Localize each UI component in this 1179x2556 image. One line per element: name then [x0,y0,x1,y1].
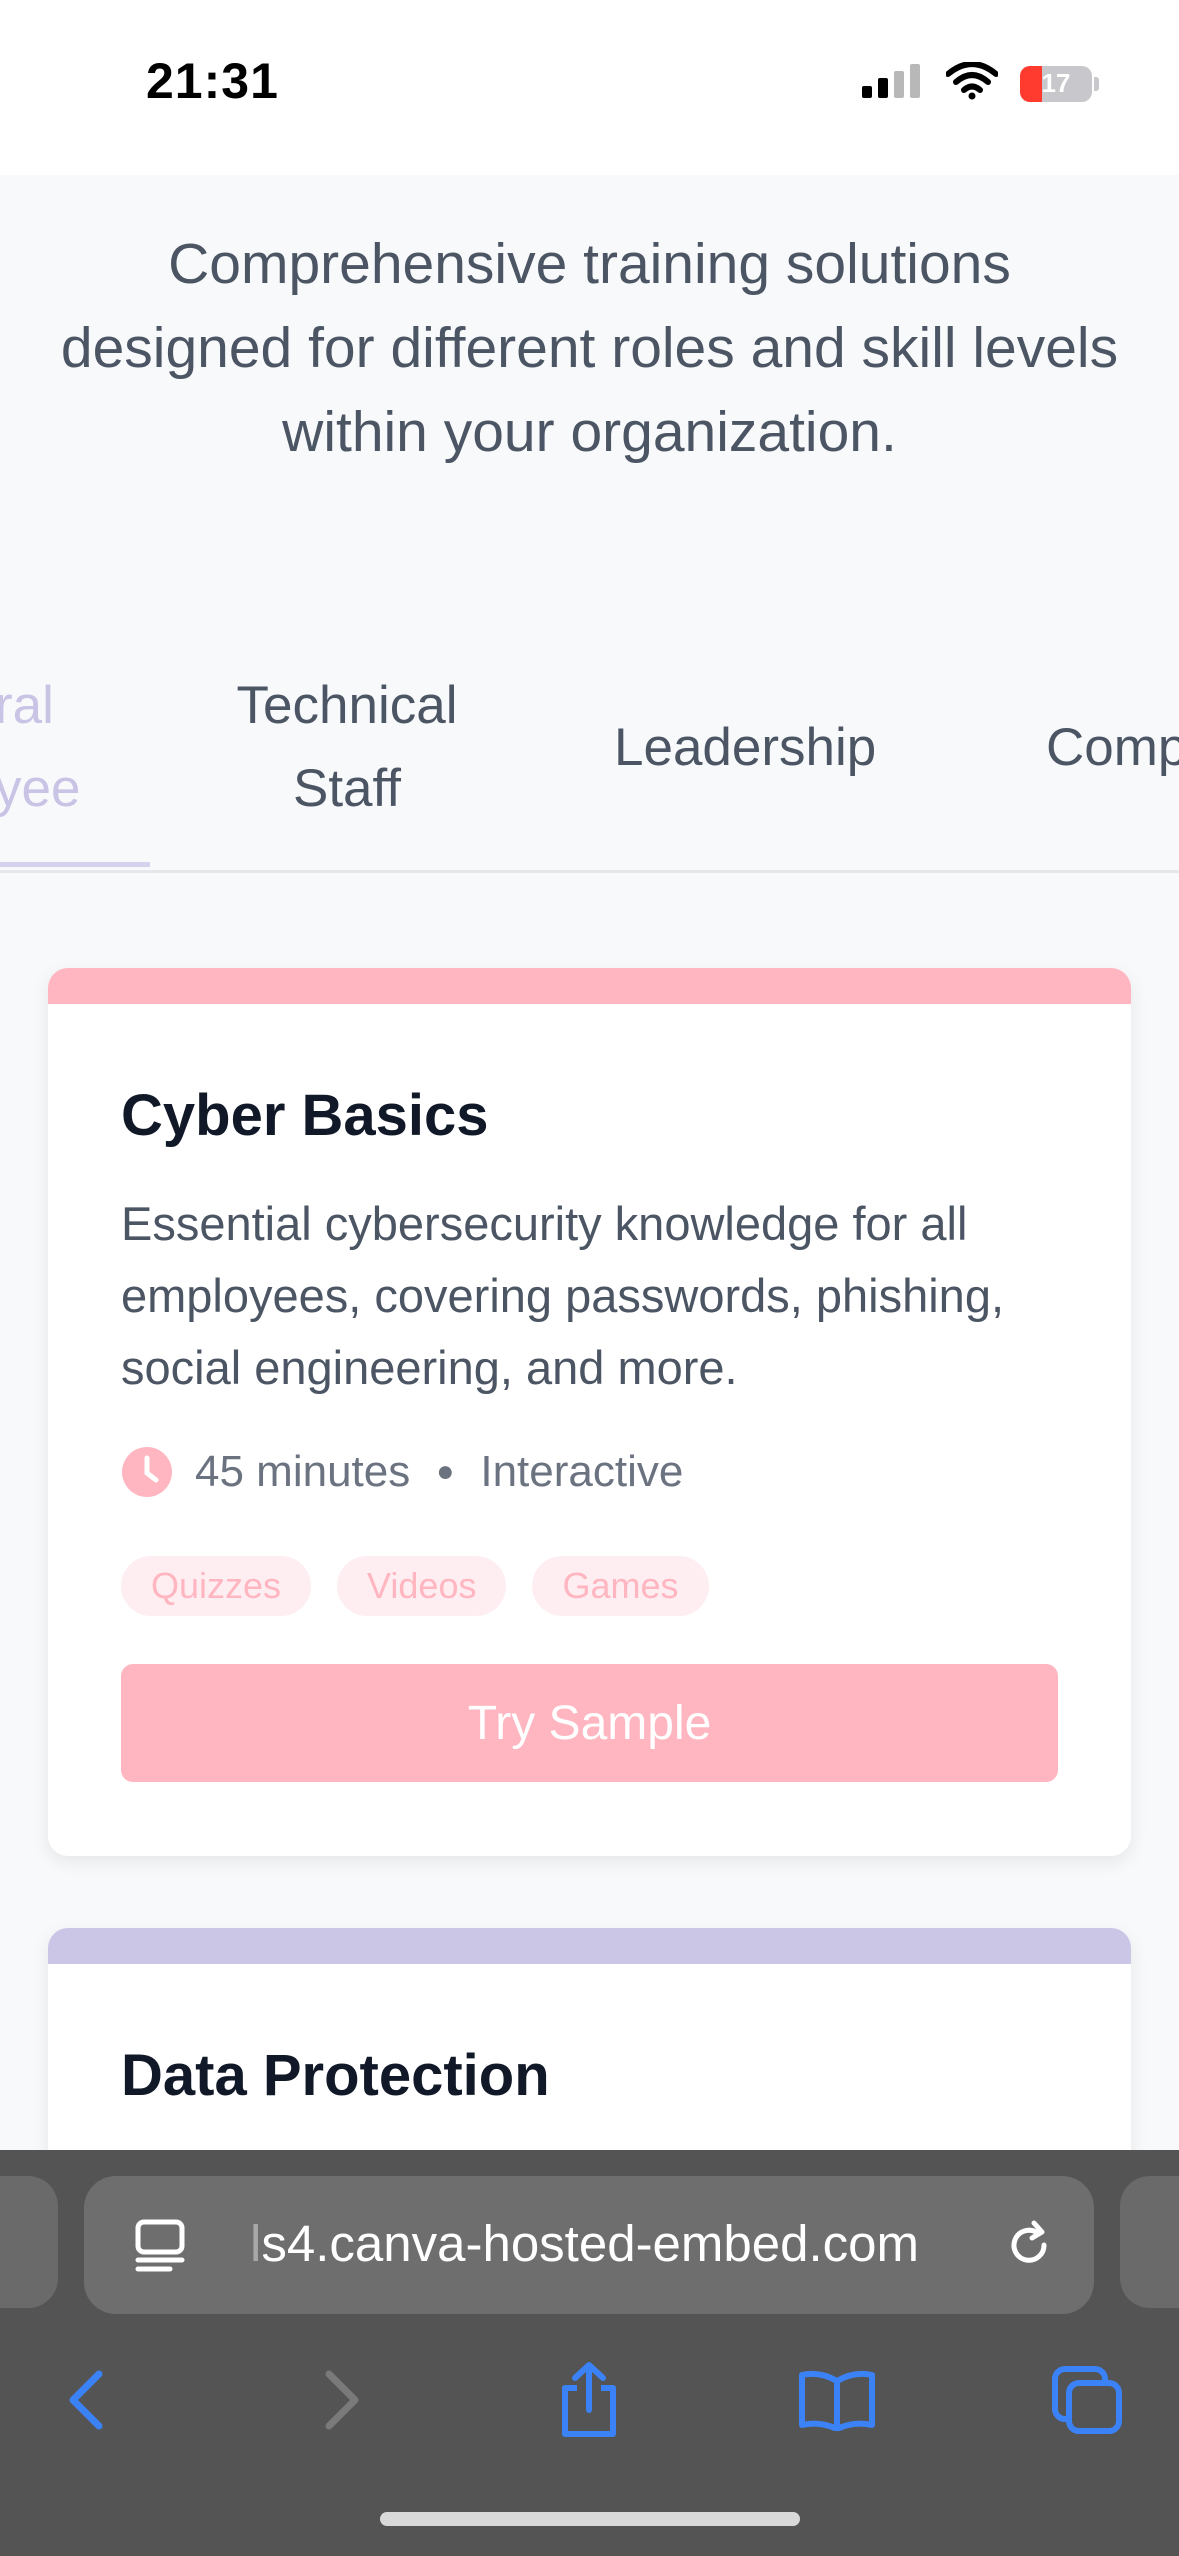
address-bar[interactable]: ls4.canva-hosted-embed.com [84,2176,1094,2314]
tab-label-line1: ral [0,676,54,735]
page-menu-icon[interactable] [134,2218,188,2277]
tab-general-employee[interactable]: ral yee [0,664,80,830]
battery-level: 17 [1041,68,1071,98]
previous-tab-preview[interactable] [0,2176,58,2308]
browser-toolbar: ls4.canva-hosted-embed.com [0,2150,1179,2556]
tab-technical-staff[interactable]: Technical Staff [222,664,472,830]
battery-icon: 17 [1020,65,1099,102]
reload-icon[interactable] [1004,2220,1054,2275]
tab-label-line2: Staff [292,759,402,818]
home-indicator [380,2512,800,2526]
card-accent-bar [48,1928,1131,1964]
bookmarks-icon[interactable] [792,2350,882,2450]
tab-compliance[interactable]: Comp [1046,706,1179,789]
clock-icon [121,1446,173,1498]
status-time: 21:31 [146,53,279,109]
tag-videos: Videos [337,1556,507,1616]
wifi-icon [945,61,999,105]
tab-label-line1: Technical [236,676,458,735]
course-format: Interactive [480,1447,684,1496]
share-icon[interactable] [544,2350,634,2450]
tab-label: Leadership [614,718,877,777]
url-domain: s4.canva-hosted-embed.com [261,2215,920,2272]
browser-nav-bar [0,2350,1179,2470]
status-bar: 21:31 17 [0,0,1179,175]
course-description: Essential cybersecurity knowledge for al… [121,1197,1005,1394]
back-icon[interactable] [42,2350,132,2450]
course-title: Data Protection [121,2043,550,2108]
tab-label: Comp [1046,718,1179,777]
tabs-icon[interactable] [1042,2350,1132,2450]
tag-games: Games [532,1556,709,1616]
try-sample-button[interactable]: Try Sample [121,1664,1058,1782]
card-accent-bar [48,968,1131,1004]
separator-dot: ● [436,1455,455,1488]
course-meta: 45 minutes ● Interactive [121,1446,683,1498]
tab-leadership[interactable]: Leadership [614,706,876,789]
status-icons: 17 [862,61,1099,105]
audience-tabs: ral yee Technical Staff Leadership Comp [0,640,1179,872]
url-prefix: l [250,2215,262,2272]
tag-quizzes: Quizzes [121,1556,312,1616]
url-text[interactable]: ls4.canva-hosted-embed.com [250,2214,919,2273]
tabs-divider [0,870,1179,873]
section-description: Comprehensive training solutions designe… [60,232,1119,464]
active-tab-indicator [0,862,150,867]
course-title: Cyber Basics [121,1083,489,1148]
next-tab-preview[interactable] [1120,2176,1179,2308]
forward-icon[interactable] [296,2350,386,2450]
course-tags: Quizzes Videos Games [121,1556,709,1616]
course-duration: 45 minutes [195,1447,411,1496]
tab-label-line2: yee [0,759,81,818]
signal-icon [862,64,924,103]
course-card: Cyber Basics Essential cybersecurity kno… [48,968,1131,1856]
